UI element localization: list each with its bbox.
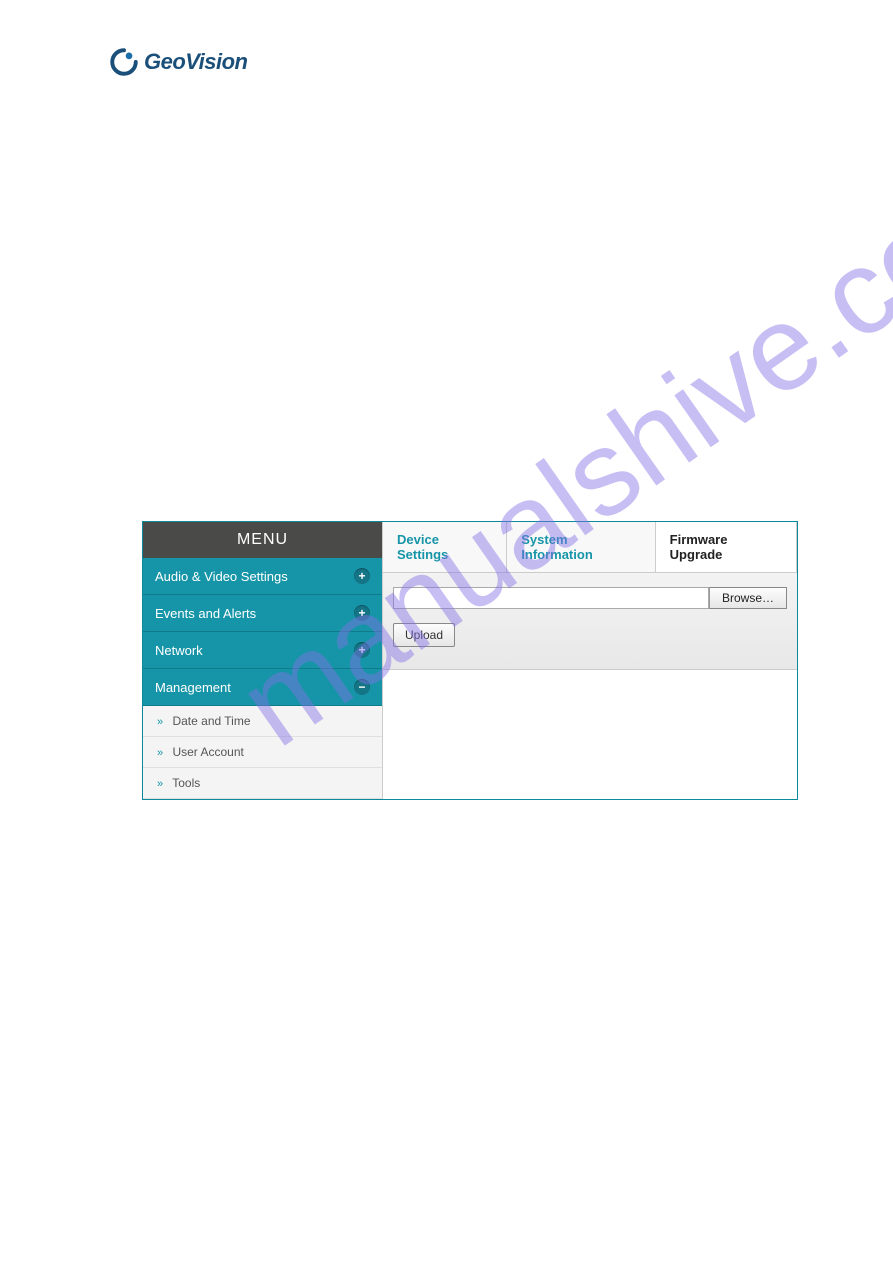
sidebar-item-label: Network	[155, 643, 203, 658]
brand-logo: GeoVision	[110, 48, 247, 76]
tab-device-settings[interactable]: Device Settings	[383, 522, 507, 572]
sidebar-item-network[interactable]: Network +	[143, 632, 382, 669]
logo-mark-icon	[110, 48, 138, 76]
bullet-icon: »	[157, 716, 163, 728]
tab-bar: Device Settings System Information Firmw…	[383, 522, 797, 573]
sidebar-subitem-label: User Account	[172, 745, 243, 759]
sidebar-subitem-label: Date and Time	[172, 714, 250, 728]
plus-icon: +	[354, 642, 370, 658]
admin-panel: MENU Audio & Video Settings + Events and…	[142, 521, 798, 800]
firmware-file-input[interactable]	[393, 587, 709, 609]
sidebar-subitem-date-time[interactable]: » Date and Time	[143, 706, 382, 737]
sidebar-item-audio-video[interactable]: Audio & Video Settings +	[143, 558, 382, 595]
bullet-icon: »	[157, 778, 163, 790]
browse-button[interactable]: Browse…	[709, 587, 787, 609]
tab-system-information[interactable]: System Information	[507, 522, 655, 572]
bullet-icon: »	[157, 747, 163, 759]
sidebar: MENU Audio & Video Settings + Events and…	[143, 522, 383, 799]
sidebar-item-label: Management	[155, 680, 231, 695]
sidebar-item-events-alerts[interactable]: Events and Alerts +	[143, 595, 382, 632]
plus-icon: +	[354, 605, 370, 621]
sidebar-subitem-user-account[interactable]: » User Account	[143, 737, 382, 768]
brand-text: GeoVision	[144, 49, 247, 75]
sidebar-subitem-label: Tools	[172, 776, 200, 790]
sidebar-item-label: Audio & Video Settings	[155, 569, 288, 584]
tab-firmware-upgrade[interactable]: Firmware Upgrade	[656, 522, 797, 572]
menu-header: MENU	[143, 522, 382, 558]
sidebar-subitem-tools[interactable]: » Tools	[143, 768, 382, 799]
minus-icon: −	[354, 679, 370, 695]
content-pane: Device Settings System Information Firmw…	[383, 522, 797, 799]
sidebar-item-management[interactable]: Management −	[143, 669, 382, 706]
sidebar-item-label: Events and Alerts	[155, 606, 256, 621]
plus-icon: +	[354, 568, 370, 584]
upload-button[interactable]: Upload	[393, 623, 455, 647]
firmware-upgrade-panel: Browse… Upload	[383, 573, 797, 670]
file-row: Browse…	[393, 587, 787, 609]
